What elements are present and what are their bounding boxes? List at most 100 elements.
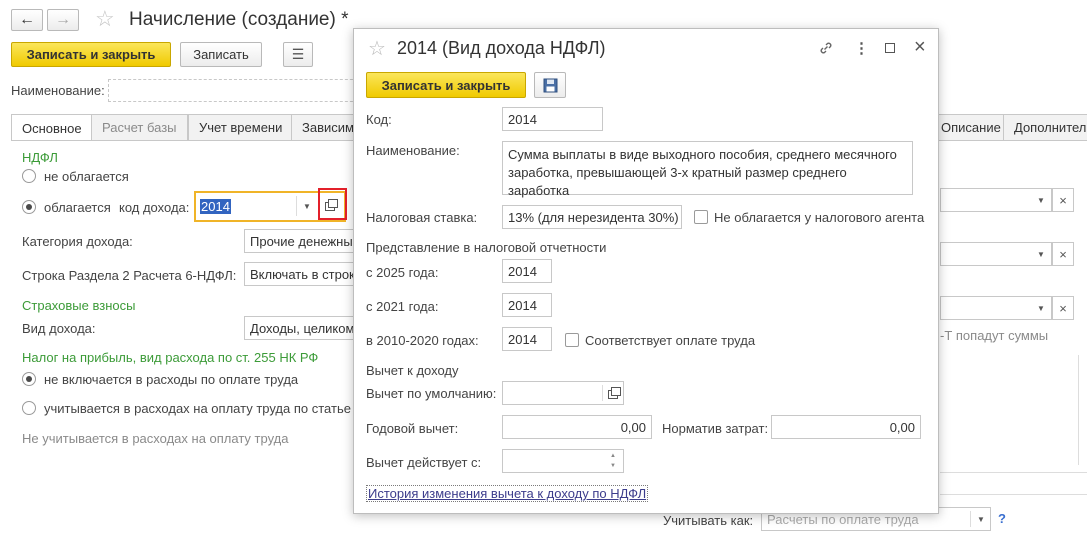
arrow-left-icon: ← [19,11,35,28]
radio-included[interactable] [22,401,36,415]
labor-payment-label: Соответствует оплате труда [585,333,756,348]
income-category-input[interactable]: Прочие денежны [244,229,359,253]
deduction-valid-spinner[interactable]: ▲ ▼ [605,451,621,471]
years-2010-2020-value: 2014 [508,331,537,347]
chevron-down-icon: ▼ [303,201,311,211]
open-icon [325,199,338,211]
from-2021-value: 2014 [508,297,537,313]
favorite-star-icon[interactable]: ☆ [368,36,386,61]
name-value: Сумма выплаты в виде выходного пособия, … [508,147,897,198]
labor-payment-checkbox[interactable] [565,333,579,347]
right-note: -Т попадут суммы [940,328,1049,343]
name-input[interactable] [108,79,368,102]
name-label: Наименование: [366,143,460,158]
default-deduction-open-button[interactable] [604,382,623,404]
radio-included-label: учитывается в расходах на оплату труда п… [44,401,351,416]
account-as-dropdown[interactable]: ▼ [971,508,991,530]
radio-taxed-label: облагается [44,200,111,215]
radio-taxed[interactable] [22,200,36,214]
right-field-3-dropdown[interactable]: ▼ [1031,297,1051,319]
from-2025-value: 2014 [508,263,537,279]
income-kind-input[interactable]: Доходы, целиком [244,316,359,340]
more-actions-button[interactable]: ☰ [283,42,313,67]
income-code-dropdown-button[interactable]: ▼ [297,195,317,217]
save-and-close-button[interactable]: Записать и закрыть [11,42,171,67]
right-panel-divider [940,472,1087,473]
code-input[interactable]: 2014 [502,107,603,131]
income-code-value: 2014 [200,199,231,214]
link-icon[interactable] [818,40,834,56]
close-icon: × [1059,192,1067,208]
nav-back-button[interactable]: ← [11,9,43,31]
radio-not-included-label: не включается в расходы по оплате труда [44,372,299,387]
from-2025-label: с 2025 года: [366,265,439,280]
arrow-right-icon: → [55,11,71,28]
insurance-section-title: Страховые взносы [22,298,136,313]
from-2021-input[interactable]: 2014 [502,293,552,317]
cost-norm-value: 0,00 [889,419,915,435]
account-as-label: Учитывать как: [663,513,754,528]
maximize-icon[interactable] [885,43,895,53]
code-value: 2014 [508,111,537,127]
chevron-down-icon: ▼ [1037,249,1045,259]
reporting-section-title: Представление в налоговой отчетности [366,240,607,255]
report-line-input[interactable]: Включать в строк [244,262,359,286]
dialog-save-and-close-button[interactable]: Записать и закрыть [366,72,526,98]
close-icon: × [1059,300,1067,316]
open-income-code-button[interactable] [321,194,343,216]
more-menu-icon[interactable]: ⋮ [854,39,869,57]
spinner-down-icon: ▼ [610,463,616,469]
right-field-1-dropdown[interactable]: ▼ [1031,189,1051,211]
profit-tax-section-title: Налог на прибыль, вид расхода по ст. 255… [22,350,319,365]
page-title: Начисление (создание) * [129,9,349,30]
default-deduction-sep [602,385,603,401]
nav-forward-button[interactable]: → [47,9,79,31]
tab-main[interactable]: Основное [11,114,93,141]
floppy-disk-icon [543,78,557,92]
cost-norm-label: Норматив затрат: [662,421,769,436]
chevron-down-icon: ▼ [1037,195,1045,205]
name-textarea[interactable]: Сумма выплаты в виде выходного пособия, … [502,141,913,198]
income-category-label: Категория дохода: [22,234,133,249]
tab-time-accounting[interactable]: Учет времени [188,114,294,140]
tab-additional[interactable]: Дополнитель [1003,114,1087,140]
income-kind-label: Вид дохода: [22,321,96,336]
chevron-down-icon: ▼ [1037,303,1045,313]
favorite-star-icon[interactable]: ☆ [95,6,115,32]
tax-rate-input[interactable]: 13% (для нерезидента 30%) [502,205,682,229]
close-icon: × [1059,246,1067,262]
not-taxed-agent-checkbox[interactable] [694,210,708,224]
radio-not-taxed[interactable] [22,169,36,183]
cost-norm-input[interactable]: 0,00 [771,415,921,439]
years-2010-2020-label: в 2010-2020 годах: [366,333,479,348]
tab-description[interactable]: Описание [930,114,1012,140]
chevron-down-icon: ▼ [977,514,985,524]
years-2010-2020-input[interactable]: 2014 [502,327,552,351]
annual-deduction-label: Годовой вычет: [366,421,459,436]
spinner-up-icon: ▲ [610,453,616,459]
income-type-dialog: ☆ 2014 (Вид дохода НДФЛ) ⋮ × Записать и … [353,28,939,514]
from-2021-label: с 2021 года: [366,299,439,314]
right-field-2-dropdown[interactable]: ▼ [1031,243,1051,265]
right-field-1-clear[interactable]: × [1052,188,1074,212]
save-button[interactable]: Записать [180,42,262,67]
report-line-value: Включать в строк [250,266,355,282]
dialog-save-button[interactable] [534,72,566,98]
history-link[interactable]: История изменения вычета к доходу по НДФ… [366,485,649,502]
annual-deduction-value: 0,00 [620,419,646,435]
right-field-2-clear[interactable]: × [1052,242,1074,266]
profit-tax-note: Не учитывается в расходах на оплату труд… [22,431,289,446]
income-code-label: код дохода: [119,200,190,215]
from-2025-input[interactable]: 2014 [502,259,552,283]
right-panel-divider-2 [940,494,1087,495]
annual-deduction-input[interactable]: 0,00 [502,415,652,439]
name-label: Наименование: [11,83,105,98]
report-line-label: Строка Раздела 2 Расчета 6-НДФЛ: [22,268,237,283]
radio-not-included[interactable] [22,372,36,386]
deduction-section-title: Вычет к доходу [366,363,459,378]
help-icon[interactable]: ? [998,511,1006,526]
tax-rate-value: 13% (для нерезидента 30%) [508,209,679,225]
tab-base-calc[interactable]: Расчет базы [91,114,188,140]
right-field-3-clear[interactable]: × [1052,296,1074,320]
close-icon[interactable]: × [914,36,926,59]
